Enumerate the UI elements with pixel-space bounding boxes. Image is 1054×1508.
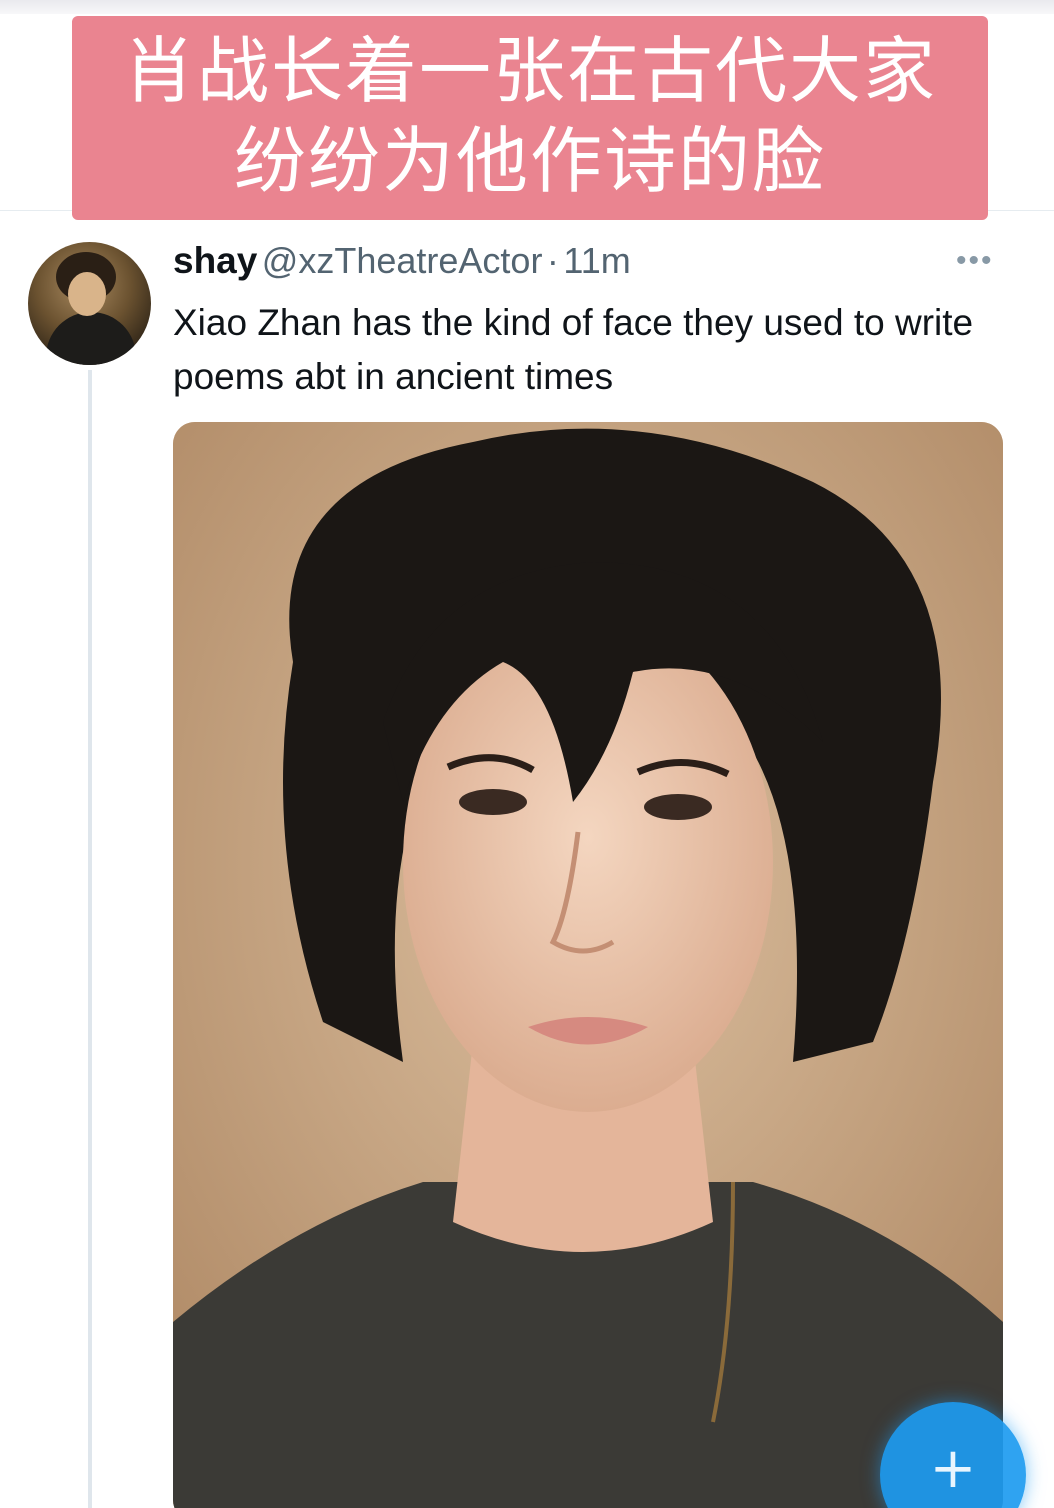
caption-line-1: 肖战长着一张在古代大家 bbox=[122, 29, 937, 113]
tweet-timestamp[interactable]: 11m bbox=[563, 240, 630, 281]
plus-icon: + bbox=[929, 1436, 977, 1501]
header-remnant bbox=[0, 0, 1054, 14]
more-horizontal-icon[interactable]: ••• bbox=[956, 246, 1006, 276]
caption-banner: 肖战长着一张在古代大家 纷纷为他作诗的脸 bbox=[72, 16, 988, 220]
caption-line-2: 纷纷为他作诗的脸 bbox=[233, 119, 826, 203]
tweet-text: Xiao Zhan has the kind of face they used… bbox=[173, 302, 974, 397]
user-handle[interactable]: @xzTheatreActor bbox=[262, 240, 543, 281]
meta-separator: · bbox=[546, 240, 559, 281]
display-name[interactable]: shay bbox=[173, 240, 257, 281]
tweet-header: shay @xzTheatreActor · 11m bbox=[173, 240, 631, 286]
portrait-illustration bbox=[173, 422, 1003, 1508]
thread-connector-line bbox=[88, 370, 92, 1508]
screen: 肖战长着一张在古代大家 纷纷为他作诗的脸 shay @xzTheatreActo… bbox=[0, 0, 1054, 1508]
user-avatar[interactable] bbox=[28, 242, 151, 365]
tweet-photo[interactable] bbox=[173, 422, 1003, 1508]
